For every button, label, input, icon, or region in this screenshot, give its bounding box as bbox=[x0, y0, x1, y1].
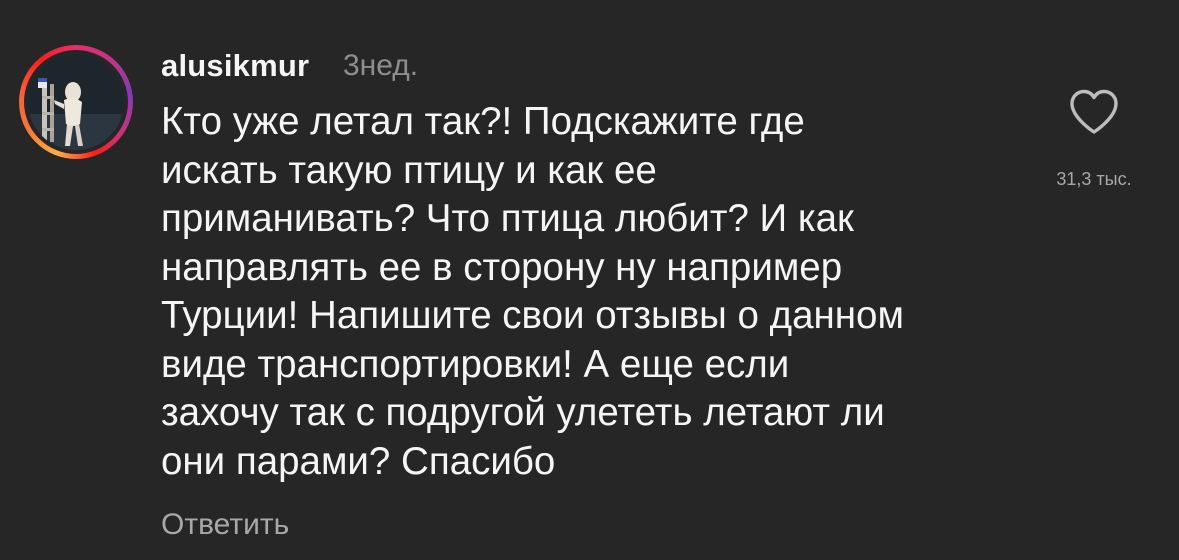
comment-text-line: Турции! Напишите свои отзывы о данном bbox=[161, 294, 904, 337]
comment-text-line: искать такую птицу и как ее bbox=[161, 148, 657, 192]
comment-text-line: захочу так с подругой улететь летают ли bbox=[161, 391, 885, 434]
story-ring[interactable] bbox=[19, 45, 133, 159]
comment-item: alusikmur 3нед. Кто уже летал так?! Подс… bbox=[0, 0, 1179, 560]
comment-text-line: направлять ее в сторону ну например bbox=[161, 245, 843, 289]
comment-text: Кто уже летал так?! Подскажите где искат… bbox=[161, 98, 1041, 486]
avatar[interactable] bbox=[28, 54, 124, 150]
comment-text-line: виде транспортировки! А еще если bbox=[161, 342, 790, 386]
timestamp: 3нед. bbox=[343, 49, 419, 82]
avatar-photo bbox=[28, 54, 124, 150]
username[interactable]: alusikmur bbox=[161, 48, 309, 84]
reply-button[interactable]: Ответить bbox=[161, 508, 289, 542]
comment-text-line: Кто уже летал так?! Подскажите где bbox=[161, 100, 805, 143]
like-button[interactable] bbox=[1068, 88, 1120, 136]
comment-text-line: приманивать? Что птица любит? И как bbox=[161, 197, 854, 240]
comment-text-line: они парами? Спасибо bbox=[161, 439, 556, 483]
like-count: 31,3 тыс. bbox=[1056, 169, 1132, 189]
heart-outline-icon bbox=[1070, 89, 1118, 134]
